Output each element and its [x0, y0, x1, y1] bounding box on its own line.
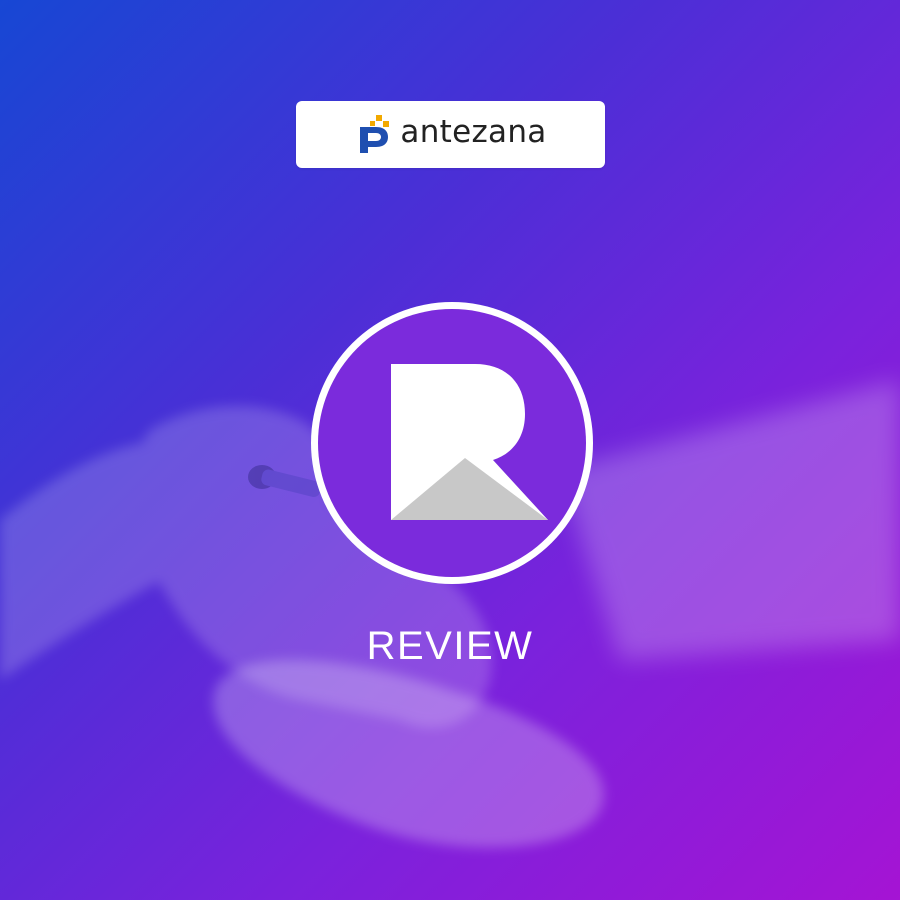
antezana-logo-icon: [360, 114, 390, 153]
keyboard-shape: [560, 380, 900, 660]
r-letter-logo-icon: [311, 302, 593, 584]
mouse-shape: [213, 660, 604, 848]
review-label: REVIEW: [366, 624, 534, 668]
brand-logo-card: antezana: [296, 101, 605, 168]
brand-name: antezana: [400, 114, 547, 150]
